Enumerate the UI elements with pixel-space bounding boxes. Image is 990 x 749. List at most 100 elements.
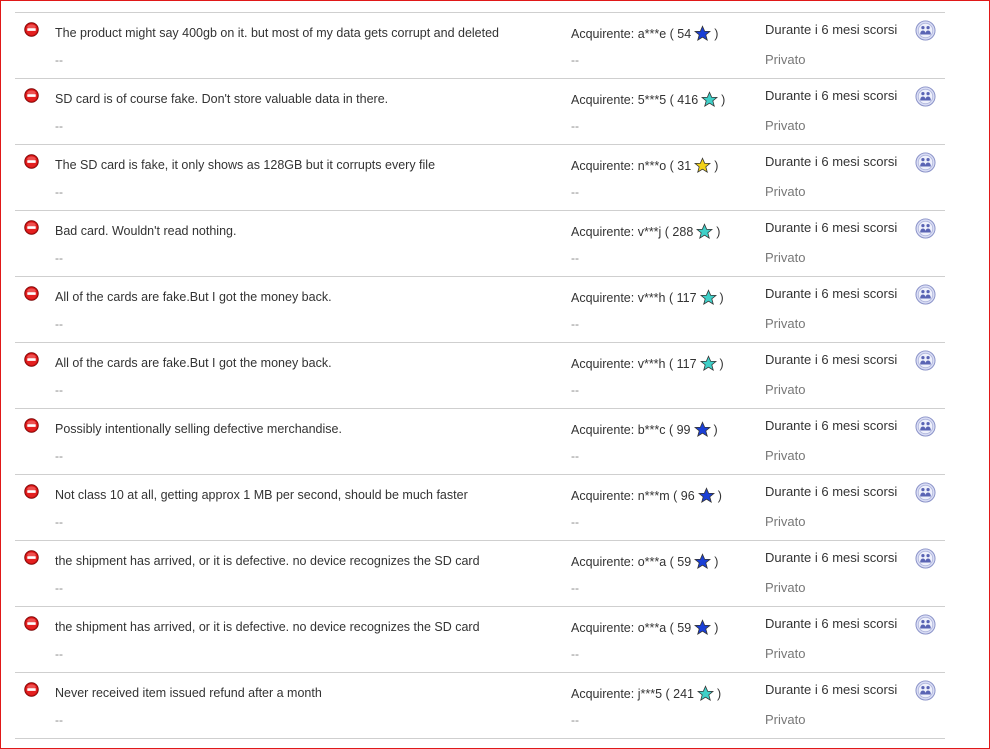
buyer-score-close: ) bbox=[714, 620, 719, 635]
feedback-row: Never received item issued refund after … bbox=[15, 673, 945, 739]
feedback-comment: the shipment has arrived, or it is defec… bbox=[55, 554, 480, 568]
negative-rating-icon bbox=[24, 286, 39, 301]
feedback-row: All of the cards are fake.But I got the … bbox=[15, 343, 945, 409]
user-profile-icon[interactable] bbox=[915, 284, 936, 305]
user-profile-icon[interactable] bbox=[915, 614, 936, 635]
negative-rating-icon bbox=[24, 418, 39, 433]
buyer-info: Acquirente: n***m ( 96 ) bbox=[571, 487, 722, 504]
buyer-score-close: ) bbox=[716, 224, 721, 239]
buyer-name-score: Acquirente: n***m ( 96 bbox=[571, 488, 695, 503]
buyer-name-score: Acquirente: o***a ( 59 bbox=[571, 620, 692, 635]
buyer-level-star-icon bbox=[697, 487, 715, 503]
buyer-name-score: Acquirente: 5***5 ( 416 bbox=[571, 92, 699, 107]
buyer-score-close: ) bbox=[717, 488, 722, 503]
privacy-label: Privato bbox=[765, 184, 806, 199]
buyer-info: Acquirente: a***e ( 54 ) bbox=[571, 25, 718, 42]
feedback-row: Not class 10 at all, getting approx 1 MB… bbox=[15, 475, 945, 541]
privacy-label: Privato bbox=[765, 118, 806, 133]
user-profile-icon[interactable] bbox=[915, 218, 936, 239]
feedback-period: Durante i 6 mesi scorsi bbox=[765, 352, 898, 367]
feedback-comment: Not class 10 at all, getting approx 1 MB… bbox=[55, 488, 468, 502]
feedback-comment-extra: -- bbox=[55, 449, 63, 463]
feedback-period: Durante i 6 mesi scorsi bbox=[765, 550, 898, 565]
buyer-level-star-icon bbox=[694, 157, 712, 173]
user-profile-icon[interactable] bbox=[915, 416, 936, 437]
feedback-comment-extra: -- bbox=[55, 53, 63, 67]
feedback-row: SD card is of course fake. Don't store v… bbox=[15, 79, 945, 145]
negative-rating-icon bbox=[24, 484, 39, 499]
user-profile-icon[interactable] bbox=[915, 680, 936, 701]
user-profile-icon[interactable] bbox=[915, 86, 936, 107]
buyer-name-score: Acquirente: v***j ( 288 bbox=[571, 224, 694, 239]
feedback-row: Bad card. Wouldn't read nothing. -- Acqu… bbox=[15, 211, 945, 277]
feedback-comment: Never received item issued refund after … bbox=[55, 686, 322, 700]
feedback-comment-extra: -- bbox=[55, 383, 63, 397]
negative-rating-icon bbox=[24, 22, 39, 37]
buyer-level-star-icon bbox=[694, 553, 712, 569]
buyer-level-star-icon bbox=[699, 355, 717, 371]
buyer-extra: -- bbox=[571, 383, 579, 397]
buyer-info: Acquirente: v***h ( 117 ) bbox=[571, 355, 724, 372]
privacy-label: Privato bbox=[765, 250, 806, 265]
feedback-comment-extra: -- bbox=[55, 713, 63, 727]
buyer-info: Acquirente: n***o ( 31 ) bbox=[571, 157, 718, 174]
feedback-comment: The product might say 400gb on it. but m… bbox=[55, 26, 500, 40]
privacy-label: Privato bbox=[765, 514, 806, 529]
user-profile-icon[interactable] bbox=[915, 548, 936, 569]
feedback-comment: All of the cards are fake.But I got the … bbox=[55, 356, 332, 370]
negative-rating-icon bbox=[24, 550, 39, 565]
user-profile-icon[interactable] bbox=[915, 20, 936, 41]
buyer-info: Acquirente: b***c ( 99 ) bbox=[571, 421, 718, 438]
feedback-comment-extra: -- bbox=[55, 119, 63, 133]
feedback-period: Durante i 6 mesi scorsi bbox=[765, 154, 898, 169]
privacy-label: Privato bbox=[765, 382, 806, 397]
feedback-period: Durante i 6 mesi scorsi bbox=[765, 286, 898, 301]
buyer-score-close: ) bbox=[714, 554, 719, 569]
feedback-comment: The SD card is fake, it only shows as 12… bbox=[55, 158, 436, 172]
privacy-label: Privato bbox=[765, 646, 806, 661]
buyer-score-close: ) bbox=[714, 158, 719, 173]
feedback-comment: Bad card. Wouldn't read nothing. bbox=[55, 224, 237, 238]
buyer-level-star-icon bbox=[693, 421, 711, 437]
feedback-comment-extra: -- bbox=[55, 515, 63, 529]
buyer-name-score: Acquirente: j***5 ( 241 bbox=[571, 686, 694, 701]
buyer-score-close: ) bbox=[713, 422, 718, 437]
buyer-score-close: ) bbox=[719, 356, 724, 371]
buyer-extra: -- bbox=[571, 251, 579, 265]
buyer-extra: -- bbox=[571, 317, 579, 331]
buyer-level-star-icon bbox=[701, 91, 719, 107]
buyer-name-score: Acquirente: v***h ( 117 bbox=[571, 356, 697, 371]
buyer-info: Acquirente: v***h ( 117 ) bbox=[571, 289, 724, 306]
buyer-level-star-icon bbox=[694, 25, 712, 41]
buyer-extra: -- bbox=[571, 581, 579, 595]
buyer-info: Acquirente: o***a ( 59 ) bbox=[571, 619, 718, 636]
privacy-label: Privato bbox=[765, 52, 806, 67]
buyer-name-score: Acquirente: n***o ( 31 bbox=[571, 158, 692, 173]
buyer-score-close: ) bbox=[721, 92, 726, 107]
negative-rating-icon bbox=[24, 352, 39, 367]
buyer-level-star-icon bbox=[696, 223, 714, 239]
feedback-row: The SD card is fake, it only shows as 12… bbox=[15, 145, 945, 211]
feedback-row: The product might say 400gb on it. but m… bbox=[15, 13, 945, 79]
user-profile-icon[interactable] bbox=[915, 152, 936, 173]
feedback-comment-extra: -- bbox=[55, 251, 63, 265]
feedback-comment: Possibly intentionally selling defective… bbox=[55, 422, 342, 436]
buyer-name-score: Acquirente: a***e ( 54 bbox=[571, 26, 692, 41]
user-profile-icon[interactable] bbox=[915, 482, 936, 503]
user-profile-icon[interactable] bbox=[915, 350, 936, 371]
feedback-comment: SD card is of course fake. Don't store v… bbox=[55, 92, 389, 106]
buyer-score-close: ) bbox=[717, 686, 722, 701]
buyer-extra: -- bbox=[571, 713, 579, 727]
buyer-level-star-icon bbox=[697, 685, 714, 701]
privacy-label: Privato bbox=[765, 580, 806, 595]
buyer-info: Acquirente: 5***5 ( 416 ) bbox=[571, 91, 725, 108]
feedback-row: Possibly intentionally selling defective… bbox=[15, 409, 945, 475]
feedback-row: the shipment has arrived, or it is defec… bbox=[15, 541, 945, 607]
buyer-level-star-icon bbox=[699, 289, 717, 305]
buyer-extra: -- bbox=[571, 515, 579, 529]
buyer-extra: -- bbox=[571, 53, 579, 67]
buyer-extra: -- bbox=[571, 647, 579, 661]
feedback-comment: All of the cards are fake.But I got the … bbox=[55, 290, 332, 304]
feedback-period: Durante i 6 mesi scorsi bbox=[765, 418, 898, 433]
feedback-period: Durante i 6 mesi scorsi bbox=[765, 220, 898, 235]
